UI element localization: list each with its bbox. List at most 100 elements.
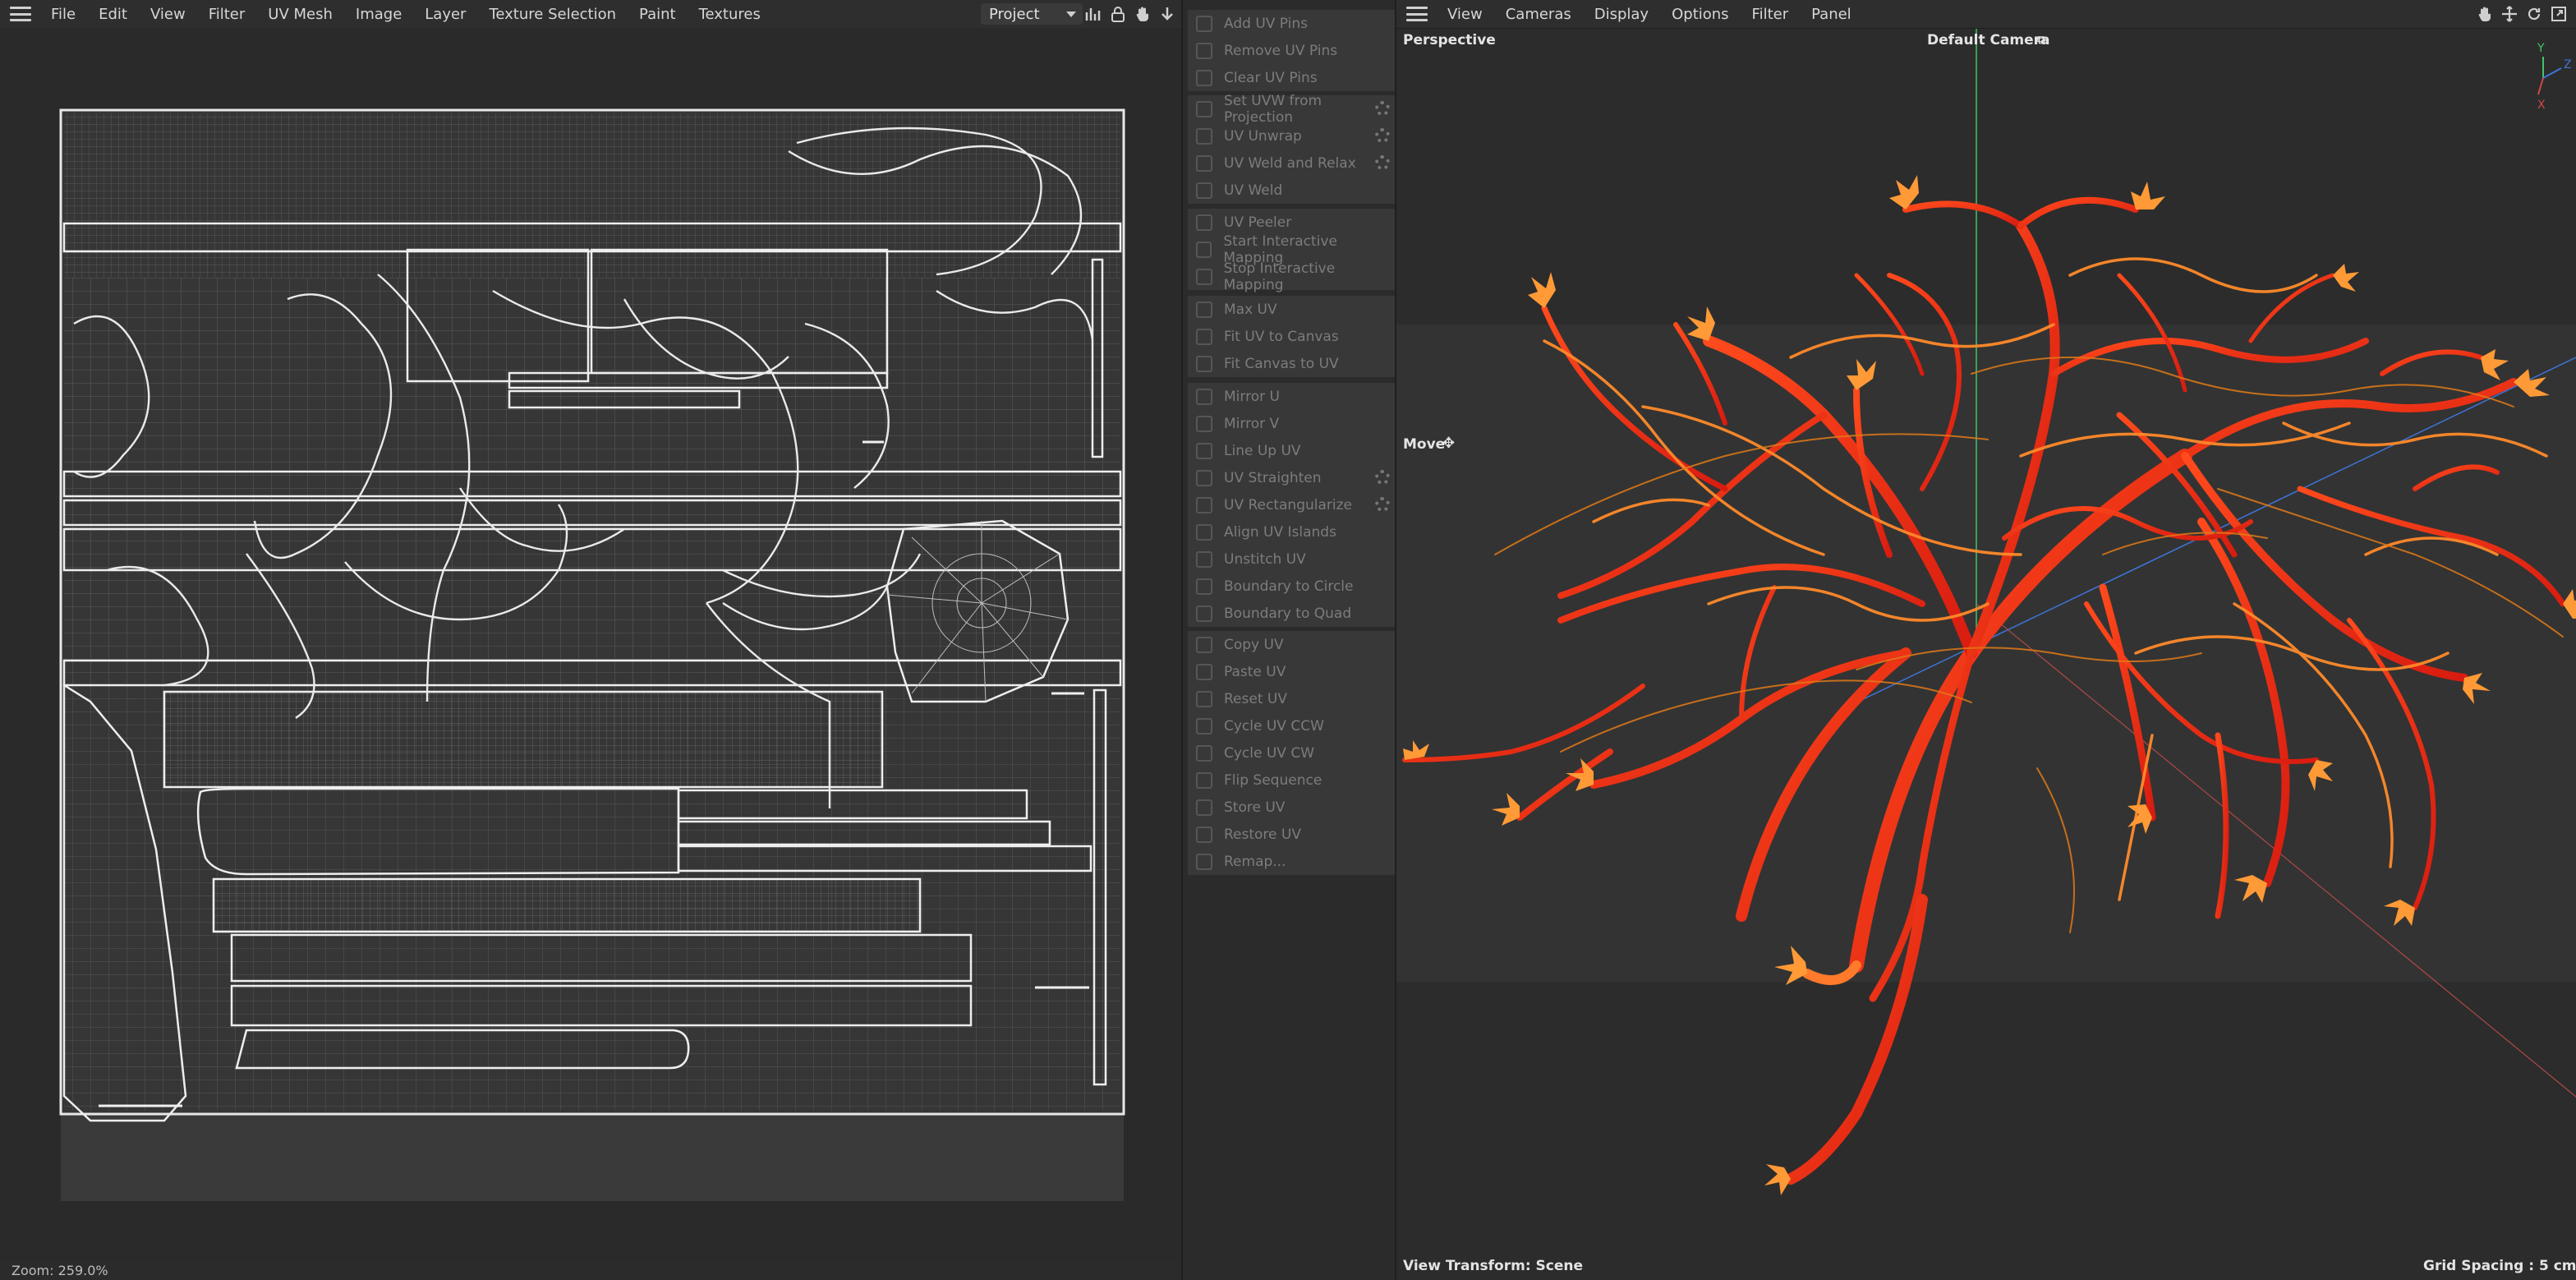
menu-image[interactable]: Image (344, 6, 413, 23)
viewport-panel: View Cameras Display Options Filter Pane… (1396, 0, 2576, 1280)
align-uv-islands-button[interactable]: Align UV Islands (1188, 518, 1395, 546)
view-name: Perspective (1403, 32, 1496, 48)
menu-uv-mesh[interactable]: UV Mesh (256, 6, 344, 23)
camera-link-icon[interactable]: ⧉ (2037, 34, 2045, 47)
vp-menu-filter[interactable]: Filter (1741, 6, 1801, 23)
pan-hand-icon[interactable] (2476, 5, 2494, 23)
menu-edit[interactable]: Edit (87, 6, 139, 23)
uv-canvas[interactable] (0, 28, 1181, 1260)
remove-uv-pins-button[interactable]: Remove UV Pins (1188, 37, 1395, 64)
histogram-icon[interactable] (1084, 5, 1102, 23)
reset-uv-button[interactable]: Reset UV (1188, 685, 1395, 712)
menu-file[interactable]: File (39, 6, 87, 23)
uv-rectangularize-button[interactable]: UV Rectangularize (1188, 491, 1395, 518)
axis-y-label: Y (2537, 42, 2545, 55)
max-uv-button[interactable]: Max UV (1188, 296, 1395, 323)
set-uvw-from-projection-button[interactable]: Set UVW from Projection (1188, 93, 1395, 126)
maximize-view-icon[interactable] (2550, 5, 2568, 23)
menu-view[interactable]: View (139, 6, 197, 23)
mirror-u-button[interactable]: Mirror U (1188, 383, 1395, 410)
uv-straighten-button[interactable]: UV Straighten (1188, 464, 1395, 491)
project-select-value: Project (989, 5, 1040, 23)
pan-hand-icon[interactable] (1134, 5, 1152, 23)
restore-uv-button[interactable]: Restore UV (1188, 821, 1395, 848)
uv-clipboard-group: Copy UV Paste UV Reset UV Cycle UV CCW C… (1188, 631, 1395, 875)
menu-paint[interactable]: Paint (628, 6, 688, 23)
align-icon (1196, 523, 1212, 541)
projection-icon (1196, 100, 1212, 117)
move-down-icon[interactable] (1158, 5, 1176, 23)
peeler-icon (1196, 214, 1212, 231)
uv-weld-button[interactable]: UV Weld (1188, 177, 1395, 204)
mirror-v-button[interactable]: Mirror V (1188, 410, 1395, 437)
lock-icon[interactable] (1109, 5, 1127, 23)
uv-pins-group: Add UV Pins Remove UV Pins Clear UV Pins (1188, 10, 1395, 91)
vp-menu-panel[interactable]: Panel (1800, 6, 1863, 23)
vp-menu-cameras[interactable]: Cameras (1494, 6, 1583, 23)
pin-remove-icon (1196, 42, 1212, 59)
project-select[interactable]: Project (981, 3, 1083, 25)
boundary-to-quad-button[interactable]: Boundary to Quad (1188, 600, 1395, 627)
axis-gizmo: Y Z X (2537, 42, 2572, 112)
menu-layer[interactable]: Layer (413, 6, 477, 23)
gear-icon[interactable] (1375, 128, 1390, 143)
uv-peeler-button[interactable]: UV Peeler (1188, 209, 1395, 236)
3d-viewport[interactable]: Y Z X Perspective Default Camera ⧉ Move … (1396, 28, 2576, 1280)
line-up-icon (1196, 442, 1212, 459)
unwrap-icon (1196, 127, 1212, 145)
straighten-icon (1196, 469, 1212, 486)
menu-texture-selection[interactable]: Texture Selection (477, 6, 628, 23)
vp-menu-options[interactable]: Options (1660, 6, 1740, 23)
menu-textures[interactable]: Textures (688, 6, 772, 23)
cycle-uv-cw-button[interactable]: Cycle UV CW (1188, 739, 1395, 767)
fit-uv-to-canvas-button[interactable]: Fit UV to Canvas (1188, 323, 1395, 350)
line-up-uv-button[interactable]: Line Up UV (1188, 437, 1395, 464)
mirror-v-icon (1196, 415, 1212, 432)
unstitch-uv-button[interactable]: Unstitch UV (1188, 546, 1395, 573)
reset-icon (1196, 690, 1212, 707)
view-transform: View Transform: Scene (1403, 1258, 1584, 1274)
uv-editor-panel: File Edit View Filter UV Mesh Image Laye… (0, 0, 1181, 1280)
move-camera-icon[interactable] (2500, 5, 2518, 23)
rotate-cw-icon (1196, 744, 1212, 762)
remap-icon (1196, 853, 1212, 870)
uv-unwrap-button[interactable]: UV Unwrap (1188, 122, 1395, 150)
cycle-uv-ccw-button[interactable]: Cycle UV CCW (1188, 712, 1395, 739)
uv-weld-and-relax-button[interactable]: UV Weld and Relax (1188, 150, 1395, 177)
gear-icon[interactable] (1375, 101, 1390, 116)
hamburger-menu-icon[interactable] (10, 7, 31, 21)
copy-uv-button[interactable]: Copy UV (1188, 631, 1395, 658)
menu-filter[interactable]: Filter (197, 6, 257, 23)
interactive-mapping-group: UV Peeler Start Interactive Mapping Stop… (1188, 209, 1395, 293)
weld-icon (1196, 182, 1212, 199)
store-icon (1196, 799, 1212, 816)
flip-sequence-button[interactable]: Flip Sequence (1188, 767, 1395, 794)
gear-icon[interactable] (1375, 155, 1390, 170)
add-uv-pins-button[interactable]: Add UV Pins (1188, 10, 1395, 37)
rotate-camera-icon[interactable] (2525, 5, 2543, 23)
viewport-menubar: View Cameras Display Options Filter Pane… (1396, 0, 2576, 28)
fit-canvas-to-uv-button[interactable]: Fit Canvas to UV (1188, 350, 1395, 377)
vp-menu-view[interactable]: View (1436, 6, 1494, 23)
clear-uv-pins-button[interactable]: Clear UV Pins (1188, 64, 1395, 91)
boundary-to-circle-button[interactable]: Boundary to Circle (1188, 573, 1395, 600)
gear-icon[interactable] (1375, 470, 1390, 485)
hamburger-menu-icon[interactable] (1406, 7, 1428, 21)
transform-group: Mirror U Mirror V Line Up UV UV Straight… (1188, 383, 1395, 627)
flip-icon (1196, 771, 1212, 789)
clear-icon (1196, 69, 1212, 86)
fit-canvas-icon (1196, 328, 1212, 345)
play-icon (1196, 241, 1212, 258)
vp-menu-display[interactable]: Display (1583, 6, 1660, 23)
move-icon: ✥ (1442, 435, 1456, 452)
axis-x-label: X (2537, 99, 2546, 112)
remap-button[interactable]: Remap... (1188, 848, 1395, 875)
gear-icon[interactable] (1375, 497, 1390, 512)
camera-name[interactable]: Default Camera (1927, 32, 2050, 48)
store-uv-button[interactable]: Store UV (1188, 794, 1395, 821)
start-interactive-mapping-button[interactable]: Start Interactive Mapping (1188, 233, 1395, 266)
stop-interactive-mapping-button[interactable]: Stop Interactive Mapping (1188, 260, 1395, 293)
stop-icon (1196, 268, 1212, 285)
paste-uv-button[interactable]: Paste UV (1188, 658, 1395, 685)
weld-relax-icon (1196, 154, 1212, 172)
